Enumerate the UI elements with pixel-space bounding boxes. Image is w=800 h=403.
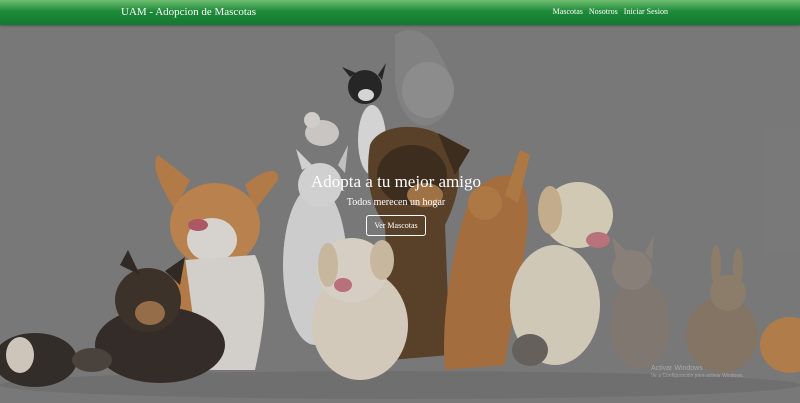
nav-link-mascotas[interactable]: Mascotas <box>553 7 583 17</box>
watermark-title: Activar Windows <box>651 365 703 372</box>
nav-link-nosotros[interactable]: Nosotros <box>589 7 618 17</box>
windows-activation-watermark: Activar Windows Ve a Configuración para … <box>651 365 744 380</box>
brand-link[interactable]: UAM - Adopcion de Mascotas <box>121 6 256 19</box>
view-pets-button[interactable]: Ver Mascotas <box>366 215 426 236</box>
navbar: UAM - Adopcion de Mascotas Mascotas Noso… <box>0 0 800 25</box>
nav-link-iniciar-sesion[interactable]: Iniciar Sesion <box>624 7 668 17</box>
hero-title: Adopta a tu mejor amigo <box>311 172 481 191</box>
hero-subtitle: Todos merecen un hogar <box>346 197 446 208</box>
hero-dark-overlay <box>0 25 800 403</box>
nav-links: Mascotas Nosotros Iniciar Sesion <box>553 7 668 17</box>
watermark-subtitle: Ve a Configuración para activar Windows. <box>651 373 744 379</box>
hero-section: Adopta a tu mejor amigo Todos merecen un… <box>0 25 800 403</box>
